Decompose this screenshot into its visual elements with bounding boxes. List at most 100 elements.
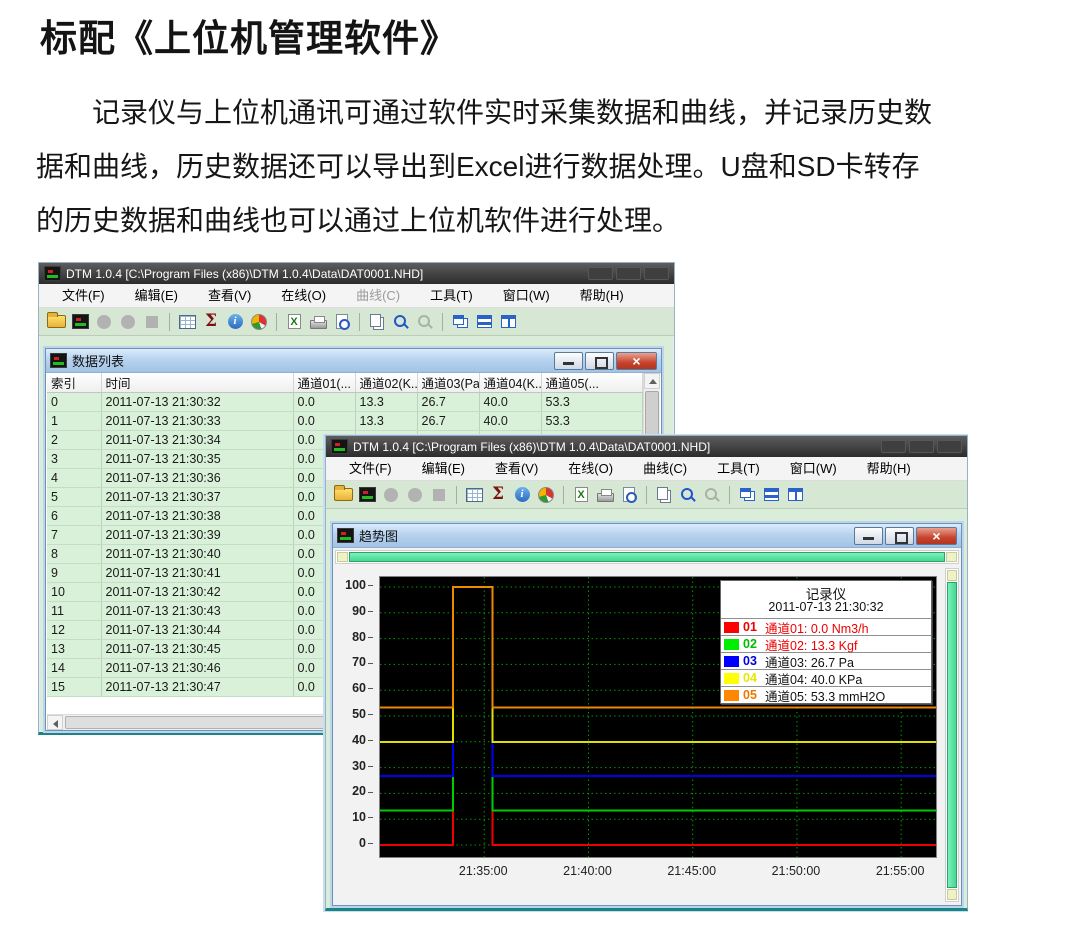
tile-vertical-icon[interactable] [497, 311, 519, 333]
menu-item-c[interactable]: 曲线(C) [341, 284, 415, 307]
info-icon[interactable]: i [511, 484, 533, 506]
restore-button[interactable] [885, 527, 914, 545]
close-button[interactable] [616, 352, 657, 370]
table-row[interactable]: 02011-07-13 21:30:320.013.326.740.053.3 [47, 393, 643, 412]
scroll-up-icon[interactable] [947, 570, 957, 581]
record-b-icon[interactable] [404, 484, 426, 506]
menu-item-v[interactable]: 查看(V) [480, 457, 553, 480]
menu-item-e[interactable]: 编辑(E) [407, 457, 480, 480]
restore-button[interactable] [585, 352, 614, 370]
legend-timestamp: 2011-07-13 21:30:32 [721, 600, 931, 618]
menu-item-c[interactable]: 曲线(C) [628, 457, 702, 480]
record-a-glyph [384, 488, 398, 502]
menu-item-h[interactable]: 帮助(H) [852, 457, 926, 480]
menu-item-t[interactable]: 工具(T) [702, 457, 775, 480]
pie-chart-icon[interactable] [535, 484, 557, 506]
cell: 2011-07-13 21:30:34 [101, 431, 293, 450]
cell: 26.7 [417, 393, 479, 412]
y-tick-label: 30 [337, 759, 373, 773]
zoom-out-icon[interactable] [414, 311, 436, 333]
legend-channel-id: 04 [743, 671, 765, 685]
zoom-in-icon[interactable] [677, 484, 699, 506]
zoom-in-icon[interactable] [390, 311, 412, 333]
table-row[interactable]: 12011-07-13 21:30:330.013.326.740.053.3 [47, 412, 643, 431]
legend-entry: 05通道05: 53.3 mmH2O [721, 686, 931, 703]
data-table-icon[interactable] [463, 484, 485, 506]
menu-item-o[interactable]: 在线(O) [266, 284, 341, 307]
open-file-icon[interactable] [45, 311, 67, 333]
trend-titlebar[interactable]: 趋势图 [333, 524, 961, 548]
scroll-left-icon[interactable] [47, 715, 63, 730]
legend-title: 记录仪 [721, 581, 931, 600]
minimize-button[interactable] [588, 267, 613, 280]
scrollbar-thumb[interactable] [947, 582, 957, 888]
dtm-logo-icon[interactable] [356, 484, 378, 506]
menu-item-e[interactable]: 编辑(E) [120, 284, 193, 307]
legend-swatch-icon [724, 622, 739, 633]
tile-horizontal-icon[interactable] [760, 484, 782, 506]
menu-item-w[interactable]: 窗口(W) [488, 284, 565, 307]
cell: 0 [47, 393, 101, 412]
dtm-logo-icon[interactable] [69, 311, 91, 333]
scroll-down-icon[interactable] [947, 889, 957, 900]
export-excel-icon[interactable]: X [283, 311, 305, 333]
scroll-up-icon[interactable] [644, 373, 660, 389]
menu-item-t[interactable]: 工具(T) [415, 284, 488, 307]
maximize-button[interactable] [616, 267, 641, 280]
close-button[interactable] [916, 527, 957, 545]
cell: 9 [47, 564, 101, 583]
sum-icon[interactable]: Σ [200, 311, 222, 333]
minimize-button[interactable] [554, 352, 583, 370]
pie-chart-icon[interactable] [248, 311, 270, 333]
cascade-windows-icon[interactable] [736, 484, 758, 506]
window-titlebar[interactable]: DTM 1.0.4 [C:\Program Files (x86)\DTM 1.… [39, 263, 674, 284]
scroll-left-icon[interactable] [337, 552, 348, 562]
maximize-button[interactable] [909, 440, 934, 453]
open-file-icon[interactable] [332, 484, 354, 506]
cell: 2011-07-13 21:30:43 [101, 602, 293, 621]
print-preview-icon[interactable] [618, 484, 640, 506]
menu-item-o[interactable]: 在线(O) [553, 457, 628, 480]
legend-entry: 02通道02: 13.3 Kgf [721, 635, 931, 652]
datalist-icon [50, 353, 67, 368]
column-header-0: 索引 [47, 373, 101, 393]
scrollbar-thumb[interactable] [349, 552, 945, 562]
record-a-glyph [97, 315, 111, 329]
record-a-icon[interactable] [93, 311, 115, 333]
scroll-right-icon[interactable] [946, 552, 957, 562]
close-button[interactable] [937, 440, 962, 453]
info-icon[interactable]: i [224, 311, 246, 333]
sum-icon[interactable]: Σ [487, 484, 509, 506]
cell: 0.0 [293, 412, 355, 431]
menu-item-f[interactable]: 文件(F) [334, 457, 407, 480]
chart-vertical-scrollbar[interactable] [945, 568, 959, 902]
minimize-button[interactable] [881, 440, 906, 453]
cascade-windows-icon[interactable] [449, 311, 471, 333]
zoom-out-icon[interactable] [701, 484, 723, 506]
minimize-button[interactable] [854, 527, 883, 545]
tile-vertical-icon[interactable] [784, 484, 806, 506]
copy-icon[interactable] [366, 311, 388, 333]
tile-horizontal-icon[interactable] [473, 311, 495, 333]
print-icon[interactable] [307, 311, 329, 333]
stop-icon[interactable] [428, 484, 450, 506]
cell: 2011-07-13 21:30:37 [101, 488, 293, 507]
datalist-titlebar[interactable]: 数据列表 [46, 349, 661, 373]
window-titlebar[interactable]: DTM 1.0.4 [C:\Program Files (x86)\DTM 1.… [326, 436, 967, 457]
print-icon[interactable] [594, 484, 616, 506]
record-a-icon[interactable] [380, 484, 402, 506]
dtm-logo-glyph [359, 487, 376, 502]
copy-icon[interactable] [653, 484, 675, 506]
chart-horizontal-scrollbar[interactable] [335, 550, 959, 564]
menu-item-v[interactable]: 查看(V) [193, 284, 266, 307]
export-excel-icon[interactable]: X [570, 484, 592, 506]
menu-item-w[interactable]: 窗口(W) [775, 457, 852, 480]
data-table-icon[interactable] [176, 311, 198, 333]
menu-item-h[interactable]: 帮助(H) [565, 284, 639, 307]
record-b-icon[interactable] [117, 311, 139, 333]
close-button[interactable] [644, 267, 669, 280]
menu-item-f[interactable]: 文件(F) [47, 284, 120, 307]
stop-icon[interactable] [141, 311, 163, 333]
print-preview-icon[interactable] [331, 311, 353, 333]
cell: 2011-07-13 21:30:32 [101, 393, 293, 412]
